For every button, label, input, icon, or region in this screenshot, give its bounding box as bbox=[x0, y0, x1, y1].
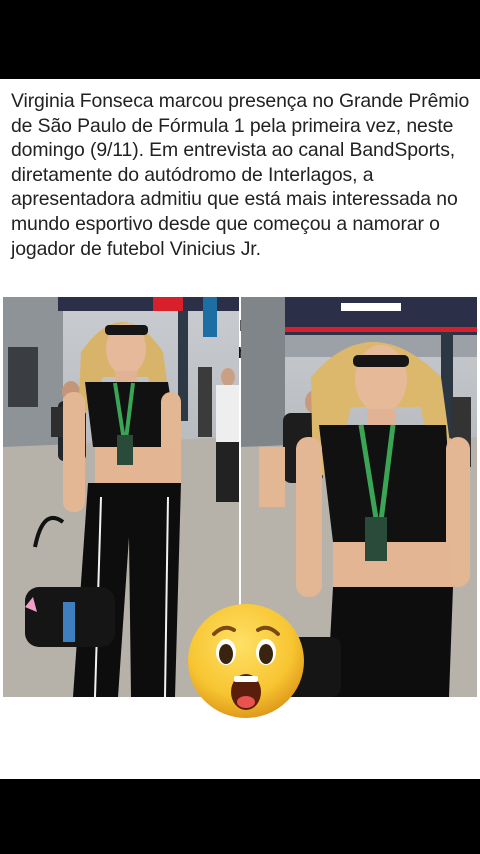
astonished-face-emoji bbox=[186, 602, 306, 725]
article-body: Virginia Fonseca marcou presença no Gran… bbox=[11, 90, 470, 260]
bottom-black-bar bbox=[0, 779, 480, 854]
